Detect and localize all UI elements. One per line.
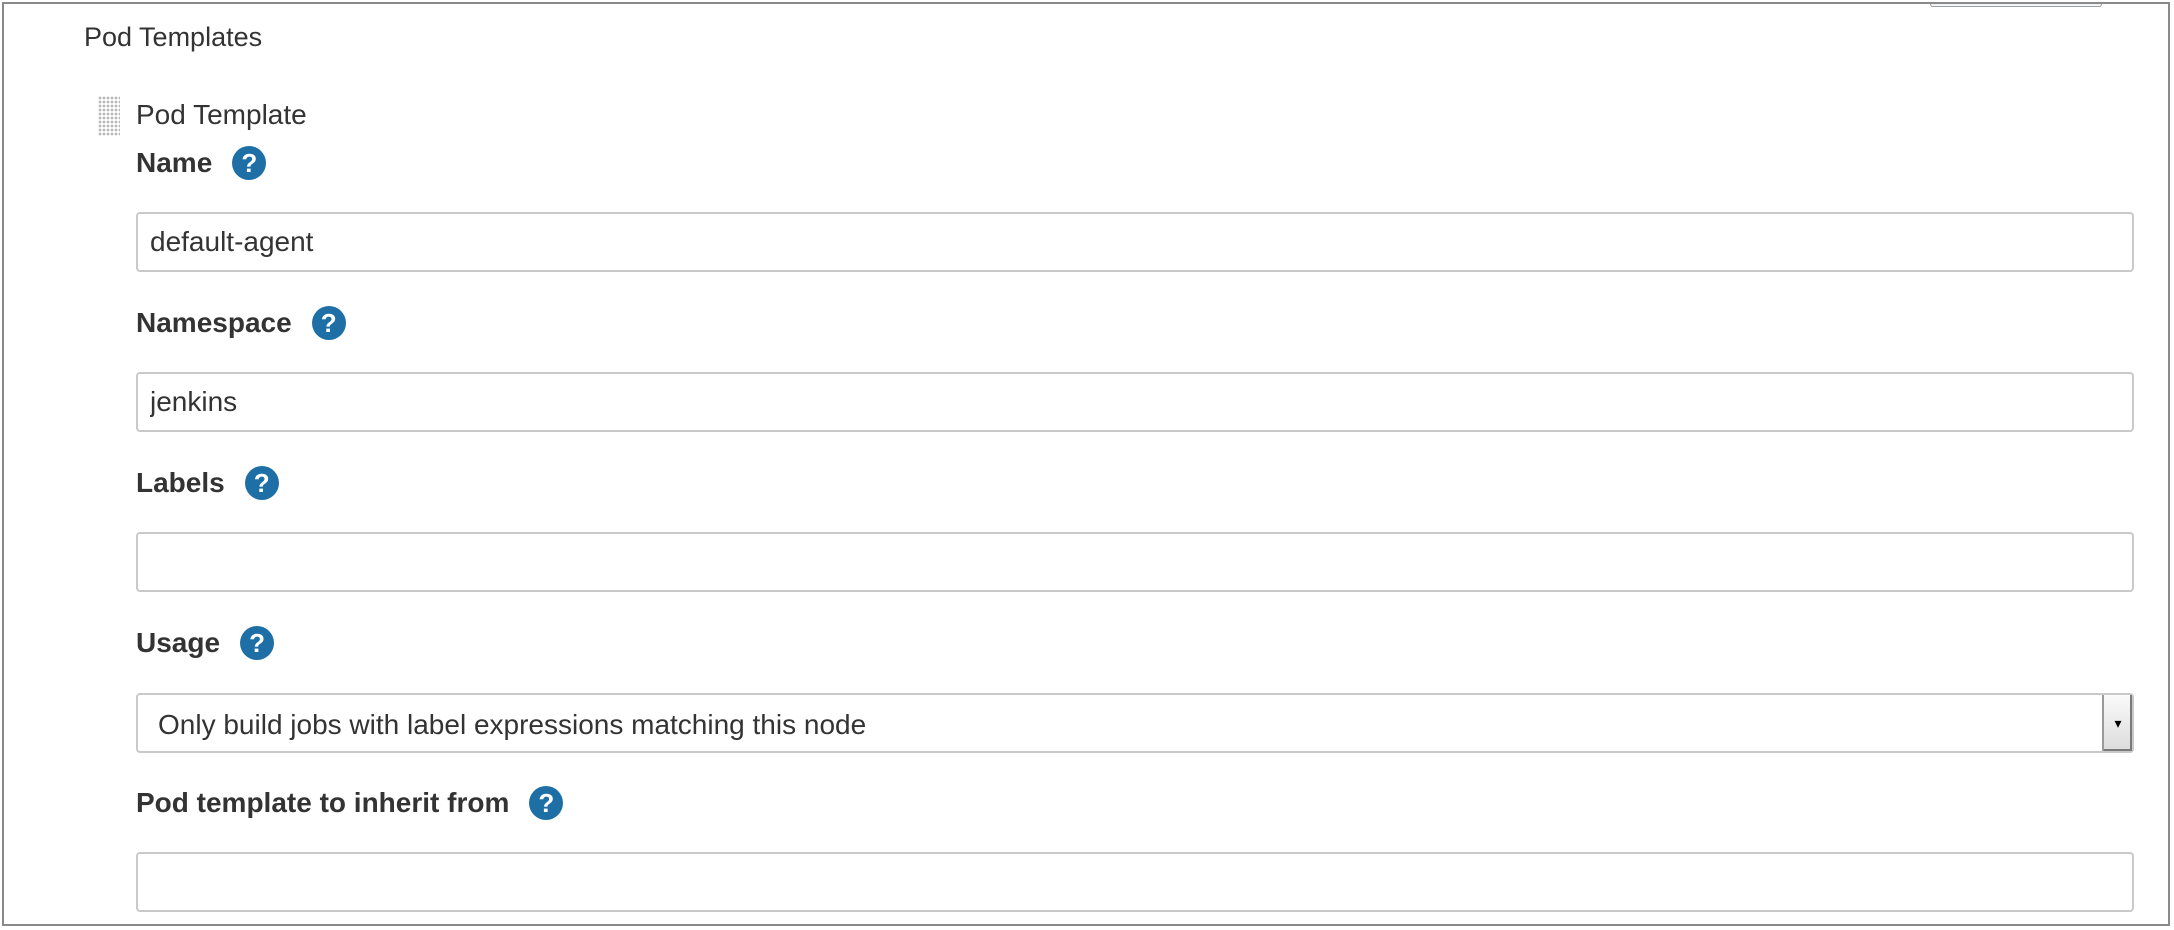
name-input[interactable] [136,212,2134,272]
name-label-text: Name [136,147,213,178]
help-icon[interactable]: ? [244,466,279,500]
help-icon[interactable]: ? [240,626,275,660]
namespace-label-text: Namespace [136,307,292,338]
section-title: Pod Templates [84,22,263,52]
help-icon[interactable]: ? [311,306,346,340]
drag-handle-icon[interactable] [98,96,120,136]
name-label: Name ? [136,146,267,180]
help-icon[interactable]: ? [529,786,564,820]
help-icon[interactable]: ? [232,146,267,180]
usage-select-value: Only build jobs with label expressions m… [158,709,867,740]
pod-template-title: Pod Template [136,99,307,130]
chevron-down-icon[interactable]: ▾ [2102,695,2132,751]
inherit-label: Pod template to inherit from ? [136,786,564,820]
pod-templates-panel: Pod Templates Pod Template Name ? Namesp… [2,2,2170,926]
namespace-input[interactable] [136,372,2134,432]
labels-label-text: Labels [136,467,225,498]
labels-label: Labels ? [136,466,279,500]
inherit-label-text: Pod template to inherit from [136,787,510,818]
usage-label-text: Usage [136,627,221,658]
labels-input[interactable] [136,532,2134,592]
namespace-label: Namespace ? [136,306,346,340]
usage-label: Usage ? [136,626,275,660]
corner-tab [1930,4,2102,7]
usage-select[interactable]: Only build jobs with label expressions m… [136,693,2134,753]
inherit-input[interactable] [136,852,2134,912]
